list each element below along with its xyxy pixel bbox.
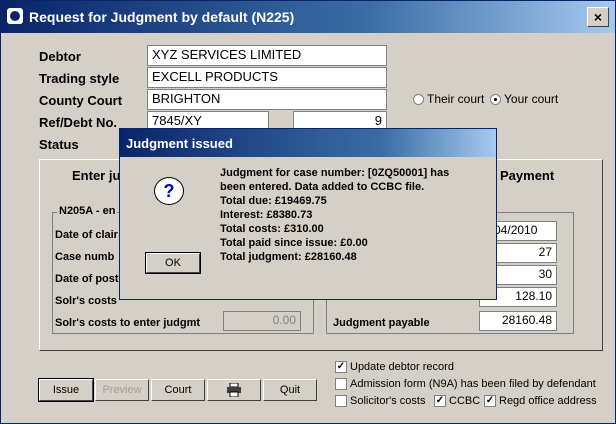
- trading-style-label: Trading style: [39, 71, 120, 86]
- debtor-label: Debtor: [39, 49, 81, 64]
- app-icon: [7, 8, 23, 24]
- county-court-field[interactable]: BRIGHTON: [147, 89, 387, 110]
- printer-icon: [227, 382, 241, 398]
- radio-their-court[interactable]: Their court: [413, 92, 484, 106]
- title-bar[interactable]: Request for Judgment by default (N225) ×: [1, 1, 615, 33]
- solrs-costs-enter-field[interactable]: 0.00: [223, 311, 301, 331]
- solrs-costs-enter-label: Solr's costs to enter judgmt: [55, 317, 201, 329]
- dialog-line-7: Total judgment: £28160.48: [220, 251, 357, 263]
- window-title: Request for Judgment by default (N225): [29, 9, 295, 25]
- admission-label: Admission form (N9A) has been filed by d…: [350, 378, 596, 390]
- dialog-line-6: Total paid since issue: £0.00: [220, 237, 368, 249]
- update-debtor-label: Update debtor record: [350, 361, 454, 373]
- update-debtor-checkbox[interactable]: ✓ Update debtor record: [335, 361, 454, 373]
- issue-button[interactable]: Issue: [38, 378, 94, 402]
- debtor-field[interactable]: XYZ SERVICES LIMITED: [147, 45, 387, 66]
- radio-their-court-dot[interactable]: [413, 93, 424, 105]
- solicitors-costs-checkbox[interactable]: Solicitor's costs: [335, 395, 425, 407]
- court-button[interactable]: Court: [151, 379, 205, 401]
- dialog-line-4: Interest: £8380.73: [220, 209, 313, 221]
- date-of-claim-label: Date of clair: [55, 229, 118, 241]
- trading-style-field[interactable]: EXCELL PRODUCTS: [147, 67, 387, 88]
- tab-payment[interactable]: Payment: [500, 168, 554, 183]
- case-number-label: Case numb: [55, 251, 115, 263]
- dialog-line-2: been entered. Data added to CCBC file.: [220, 181, 425, 193]
- ccbc-check-icon[interactable]: ✓: [434, 395, 446, 407]
- regd-office-check-icon[interactable]: ✓: [484, 395, 496, 407]
- radio-your-court[interactable]: Your court: [490, 92, 558, 106]
- ccbc-label: CCBC: [449, 395, 481, 407]
- question-icon: ?: [154, 177, 184, 205]
- print-button[interactable]: [207, 379, 261, 401]
- solicitors-costs-box[interactable]: [335, 395, 347, 407]
- n205a-group-title: N205A - en: [57, 205, 118, 217]
- dialog-title: Judgment issued: [126, 136, 233, 151]
- solicitors-costs-label: Solicitor's costs: [350, 395, 426, 407]
- quit-button[interactable]: Quit: [263, 379, 317, 401]
- judgment-payable-label: Judgment payable: [333, 317, 430, 329]
- county-court-label: County Court: [39, 93, 123, 108]
- radio-your-court-label: Your court: [504, 92, 559, 106]
- close-button[interactable]: ×: [587, 7, 609, 27]
- tab-enter-judgment[interactable]: Enter ju: [72, 168, 120, 183]
- admission-box[interactable]: [335, 378, 347, 390]
- dialog-line-3: Total due: £19469.75: [220, 195, 327, 207]
- solrs-costs-label: Solr's costs: [55, 295, 117, 307]
- regd-office-label: Regd office address: [499, 395, 597, 407]
- main-window: Request for Judgment by default (N225) ×…: [0, 0, 616, 424]
- admission-checkbox[interactable]: Admission form (N9A) has been filed by d…: [335, 378, 596, 390]
- radio-your-court-dot[interactable]: [490, 93, 501, 105]
- judgment-issued-dialog: Judgment issued ? Judgment for case numb…: [119, 128, 497, 300]
- ccbc-checkbox[interactable]: ✓ CCBC: [434, 395, 480, 407]
- dialog-line-1: Judgment for case number: [0ZQ50001] has: [220, 167, 450, 179]
- preview-button[interactable]: Preview: [95, 379, 149, 401]
- judgment-payable-field[interactable]: 28160.48: [479, 311, 557, 331]
- ref-debt-label: Ref/Debt No.: [39, 115, 117, 130]
- dialog-title-bar[interactable]: Judgment issued: [120, 129, 496, 157]
- date-of-post-label: Date of post: [55, 273, 119, 285]
- dialog-line-5: Total costs: £310.00: [220, 223, 324, 235]
- update-debtor-check-icon[interactable]: ✓: [335, 361, 347, 373]
- radio-their-court-label: Their court: [427, 92, 485, 106]
- regd-office-checkbox[interactable]: ✓ Regd office address: [484, 395, 597, 407]
- status-label: Status: [39, 137, 79, 152]
- ok-button[interactable]: OK: [145, 252, 201, 274]
